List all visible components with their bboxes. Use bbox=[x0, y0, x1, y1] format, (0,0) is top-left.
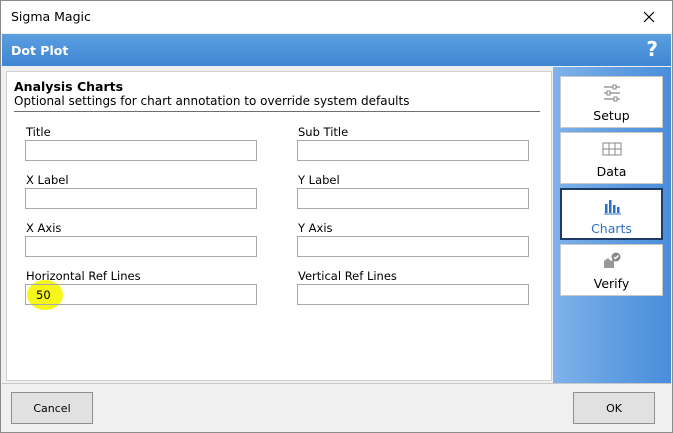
ylabel-label: Y Label bbox=[298, 173, 340, 187]
ok-button[interactable]: OK bbox=[573, 392, 655, 424]
vref-label: Vertical Ref Lines bbox=[298, 269, 397, 283]
xaxis-label: X Axis bbox=[26, 221, 62, 235]
sidebar: Setup Data Charts Verify bbox=[553, 67, 671, 383]
header-title: Dot Plot bbox=[11, 43, 69, 58]
close-icon bbox=[643, 11, 655, 23]
sidebar-item-data[interactable]: Data bbox=[560, 132, 663, 184]
title-label: Title bbox=[26, 125, 51, 139]
cancel-button[interactable]: Cancel bbox=[11, 392, 93, 424]
sidebar-item-charts[interactable]: Charts bbox=[560, 188, 663, 240]
sidebar-item-verify[interactable]: Verify bbox=[560, 244, 663, 296]
settings-panel: Analysis Charts Optional settings for ch… bbox=[6, 71, 552, 381]
sidebar-item-label: Setup bbox=[593, 108, 630, 123]
vref-input[interactable] bbox=[297, 284, 529, 305]
section-title: Analysis Charts bbox=[14, 79, 124, 94]
xaxis-input[interactable] bbox=[25, 236, 257, 257]
close-button[interactable] bbox=[626, 1, 672, 33]
yaxis-label: Y Axis bbox=[298, 221, 333, 235]
sidebar-item-label: Verify bbox=[593, 276, 630, 291]
href-input[interactable] bbox=[25, 284, 257, 305]
sliders-icon bbox=[603, 84, 620, 102]
subtitle-input[interactable] bbox=[297, 140, 529, 161]
bar-chart-icon bbox=[603, 200, 621, 215]
sidebar-item-label: Charts bbox=[591, 221, 632, 236]
title-input[interactable] bbox=[25, 140, 257, 161]
xlabel-input[interactable] bbox=[25, 188, 257, 209]
section-subtitle: Optional settings for chart annotation t… bbox=[14, 94, 410, 108]
section-divider bbox=[14, 111, 540, 112]
window-title: Sigma Magic bbox=[11, 9, 91, 24]
grid-icon bbox=[602, 142, 621, 156]
help-icon[interactable]: ? bbox=[646, 37, 658, 61]
yaxis-input[interactable] bbox=[297, 236, 529, 257]
sidebar-item-label: Data bbox=[596, 164, 627, 179]
subtitle-label: Sub Title bbox=[298, 125, 349, 139]
sidebar-item-setup[interactable]: Setup bbox=[560, 76, 663, 128]
verify-icon bbox=[603, 252, 620, 268]
dialog-window: Sigma Magic Dot Plot ? Analysis Charts O… bbox=[0, 0, 673, 433]
dialog-header: Dot Plot ? bbox=[2, 34, 671, 66]
dialog-footer: Cancel OK bbox=[2, 383, 671, 432]
xlabel-label: X Label bbox=[26, 173, 69, 187]
title-bar: Sigma Magic bbox=[1, 1, 672, 33]
ylabel-input[interactable] bbox=[297, 188, 529, 209]
